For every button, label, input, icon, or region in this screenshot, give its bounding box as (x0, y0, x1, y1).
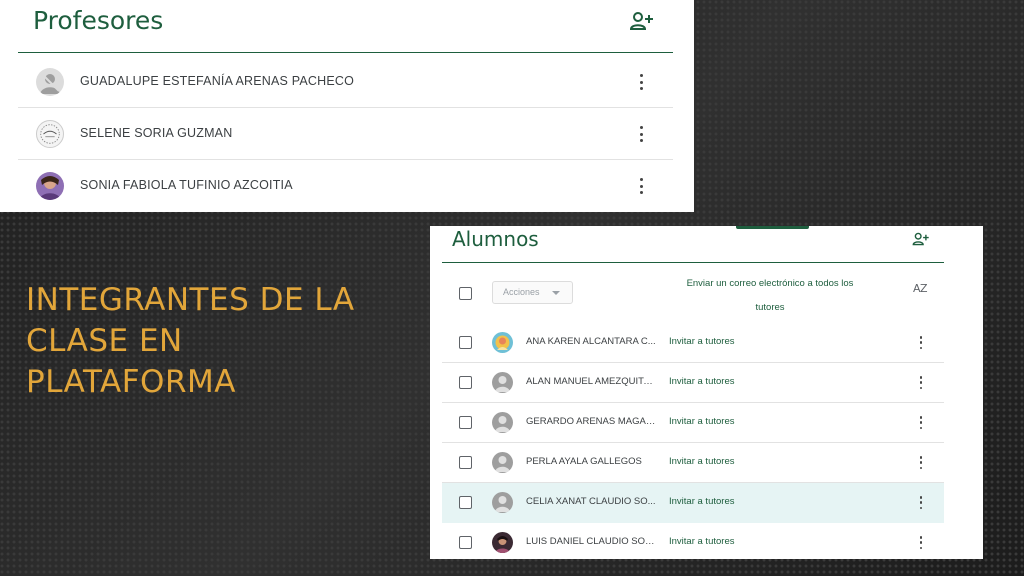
email-all-tutors-link[interactable]: Enviar un correo electrónico a todos los… (664, 272, 876, 320)
student-row-highlighted: CELIA XANAT CLAUDIO SO... Invitar a tuto… (442, 483, 944, 523)
teacher-name: GUADALUPE ESTEFANÍA ARENAS PACHECO (80, 74, 355, 88)
student-checkbox[interactable] (459, 536, 472, 549)
select-all-checkbox[interactable] (459, 287, 472, 300)
more-options-icon[interactable] (919, 376, 923, 389)
invite-tutors-link[interactable]: Invitar a tutores (669, 456, 734, 467)
teachers-divider (18, 52, 673, 53)
default-avatar-icon (492, 492, 513, 513)
teacher-row: SELENE SORIA GUZMAN (18, 108, 673, 160)
more-options-icon[interactable] (919, 336, 923, 349)
students-divider (442, 262, 944, 263)
avatar (492, 532, 513, 553)
more-options-icon[interactable] (919, 456, 923, 469)
email-link-line: Enviar un correo electrónico a todos los (686, 278, 854, 289)
chevron-down-icon (552, 291, 560, 295)
students-title: Alumnos (452, 227, 539, 251)
default-avatar-icon (36, 68, 64, 96)
slide-heading: INTEGRANTES DE LA CLASE EN PLATAFORMA (26, 280, 406, 403)
teachers-title: Profesores (33, 6, 164, 35)
student-checkbox[interactable] (459, 376, 472, 389)
invite-tutors-link[interactable]: Invitar a tutores (669, 336, 734, 347)
student-row: ANA KAREN ALCANTARA C... Invitar a tutor… (442, 323, 944, 363)
teacher-name: SONIA FABIOLA TUFINIO AZCOITIA (80, 178, 293, 192)
add-teacher-icon[interactable] (630, 11, 654, 31)
invite-tutors-link[interactable]: Invitar a tutores (669, 536, 734, 547)
student-name: ANA KAREN ALCANTARA C... (526, 336, 656, 347)
active-tab-indicator (736, 226, 809, 229)
students-panel: Alumnos Acciones Enviar un correo electr… (430, 226, 983, 559)
student-checkbox[interactable] (459, 496, 472, 509)
more-options-icon[interactable] (919, 536, 923, 549)
student-checkbox[interactable] (459, 336, 472, 349)
more-options-icon[interactable] (639, 74, 643, 90)
sort-az-icon[interactable]: AZ (913, 282, 928, 295)
student-row: LUIS DANIEL CLAUDIO SOSA Invitar a tutor… (442, 523, 944, 559)
student-name: ALAN MANUEL AMEZQUITA ... (526, 376, 657, 387)
more-options-icon[interactable] (639, 126, 643, 142)
avatar (36, 172, 64, 200)
avatar (36, 120, 64, 148)
more-options-icon[interactable] (639, 178, 643, 194)
teacher-row: SONIA FABIOLA TUFINIO AZCOITIA (18, 160, 673, 212)
default-avatar-icon (492, 372, 513, 393)
student-checkbox[interactable] (459, 456, 472, 469)
more-options-icon[interactable] (919, 416, 923, 429)
heading-line: INTEGRANTES DE LA (26, 282, 355, 318)
more-options-icon[interactable] (919, 496, 923, 509)
add-student-icon[interactable] (912, 232, 930, 246)
student-checkbox[interactable] (459, 416, 472, 429)
student-row: GERARDO ARENAS MAGAÑA Invitar a tutores (442, 403, 944, 443)
default-avatar-icon (492, 452, 513, 473)
student-row: PERLA AYALA GALLEGOS Invitar a tutores (442, 443, 944, 483)
heading-line: CLASE EN (26, 323, 183, 359)
default-avatar-icon (492, 412, 513, 433)
student-name: GERARDO ARENAS MAGAÑA (526, 416, 657, 427)
email-link-line: tutores (755, 302, 785, 313)
heading-line: PLATAFORMA (26, 364, 236, 400)
teacher-name: SELENE SORIA GUZMAN (80, 126, 233, 140)
avatar (492, 332, 513, 353)
student-name: CELIA XANAT CLAUDIO SO... (526, 496, 656, 507)
student-name: LUIS DANIEL CLAUDIO SOSA (526, 536, 657, 547)
student-name: PERLA AYALA GALLEGOS (526, 456, 642, 467)
invite-tutors-link[interactable]: Invitar a tutores (669, 376, 734, 387)
actions-dropdown[interactable]: Acciones (492, 281, 573, 304)
teacher-row: GUADALUPE ESTEFANÍA ARENAS PACHECO (18, 56, 673, 108)
actions-label: Acciones (503, 287, 540, 297)
invite-tutors-link[interactable]: Invitar a tutores (669, 496, 734, 507)
invite-tutors-link[interactable]: Invitar a tutores (669, 416, 734, 427)
teachers-panel: Profesores GUADALUPE ESTEFANÍA ARENAS PA… (0, 0, 694, 212)
student-row: ALAN MANUEL AMEZQUITA ... Invitar a tuto… (442, 363, 944, 403)
